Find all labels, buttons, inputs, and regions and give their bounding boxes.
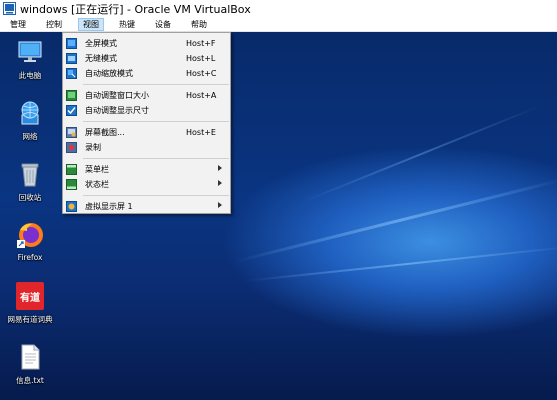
menu-help[interactable]: 帮助 xyxy=(187,18,211,31)
menu-item-label: 录制 xyxy=(85,143,101,152)
text-file-icon xyxy=(21,344,40,370)
menu-item-label: 全屏模式 xyxy=(85,39,117,48)
statusbar-icon xyxy=(66,179,77,190)
menu-item-label: 自动缩放模式 xyxy=(85,69,133,78)
window-title-bar[interactable]: windows [正在运行] - Oracle VM VirtualBox xyxy=(0,0,557,17)
virtual-screen-icon xyxy=(66,201,77,212)
window-title: windows [正在运行] - Oracle VM VirtualBox xyxy=(20,2,251,16)
network-icon xyxy=(21,101,39,125)
submenu-arrow-icon xyxy=(218,202,222,208)
menu-item-label: 屏幕截图... xyxy=(85,128,125,137)
menu-item-label: 自动调整显示尺寸 xyxy=(85,106,149,115)
submenu-arrow-icon xyxy=(218,165,222,171)
menu-item-seamless[interactable]: 无缝模式 Host+L xyxy=(63,51,230,66)
menu-item-shortcut: Host+L xyxy=(186,54,216,63)
menubar-icon xyxy=(66,164,77,175)
desktop-icon-network[interactable]: 网络 xyxy=(2,99,58,142)
desktop-icon-label: 回收站 xyxy=(18,193,42,202)
recycle-bin-icon xyxy=(21,163,39,187)
menu-item-scaled[interactable]: 自动缩放模式 Host+C xyxy=(63,66,230,81)
desktop-icon-label: 信息.txt xyxy=(16,376,44,385)
menu-item-virtual-screen[interactable]: 虚拟显示屏 1 xyxy=(63,199,230,214)
desktop-icon-youdao-dict[interactable]: 有道 网易有道词典 xyxy=(2,282,58,325)
wallpaper-light-beam xyxy=(244,245,557,282)
seamless-mode-icon xyxy=(66,53,77,64)
menu-separator xyxy=(83,195,229,196)
menu-separator xyxy=(83,84,229,85)
menu-input[interactable]: 热键 xyxy=(115,18,139,31)
youdao-logo-text: 有道 xyxy=(20,292,40,304)
menu-file[interactable]: 管理 xyxy=(6,18,30,31)
menu-item-menubar[interactable]: 菜单栏 xyxy=(63,162,230,177)
desktop-icon-label: Firefox xyxy=(17,253,43,262)
menu-item-shortcut: Host+C xyxy=(186,69,217,78)
menu-item-shortcut: Host+E xyxy=(186,128,216,137)
menu-bar: 管理 控制 视图 热键 设备 帮助 xyxy=(0,17,557,32)
desktop-icon-text-file[interactable]: 信息.txt xyxy=(2,343,58,386)
youdao-dict-icon: 有道 xyxy=(16,282,44,310)
desktop-icon-label: 网络 xyxy=(22,132,38,141)
menu-item-statusbar[interactable]: 状态栏 xyxy=(63,177,230,192)
firefox-icon xyxy=(17,223,43,248)
menu-item-fullscreen[interactable]: 全屏模式 Host+F xyxy=(63,36,230,51)
menu-item-label: 虚拟显示屏 1 xyxy=(85,202,133,211)
fullscreen-icon xyxy=(66,38,77,49)
menu-item-shortcut: Host+F xyxy=(186,39,216,48)
menu-separator xyxy=(83,121,229,122)
menu-separator xyxy=(83,158,229,159)
menu-item-screenshot[interactable]: 屏幕截图... Host+E xyxy=(63,125,230,140)
wallpaper-light-beam xyxy=(299,104,542,204)
desktop-icon-firefox[interactable]: Firefox xyxy=(2,221,58,262)
screenshot-icon xyxy=(66,127,77,138)
menu-item-auto-resize[interactable]: 自动调整显示尺寸 xyxy=(63,103,230,118)
submenu-arrow-icon xyxy=(218,180,222,186)
desktop-icon-this-pc[interactable]: 此电脑 xyxy=(2,38,58,81)
desktop-icon-label: 此电脑 xyxy=(18,71,42,80)
virtualbox-app-icon xyxy=(3,2,16,15)
menu-view[interactable]: 视图 xyxy=(78,17,104,31)
view-menu-dropdown: 全屏模式 Host+F 无缝模式 Host+L 自动缩放模式 Host+C 自动… xyxy=(62,32,231,214)
wallpaper-light-beam xyxy=(234,177,557,263)
auto-resize-checked-icon xyxy=(66,105,77,116)
this-pc-icon xyxy=(18,41,42,62)
menu-item-label: 状态栏 xyxy=(85,180,109,189)
recording-icon xyxy=(66,142,77,153)
adjust-window-icon xyxy=(66,90,77,101)
menu-machine[interactable]: 控制 xyxy=(42,18,66,31)
desktop-icon-recycle-bin[interactable]: 回收站 xyxy=(2,160,58,203)
desktop-icon-label: 网易有道词典 xyxy=(7,315,53,324)
menu-item-label: 自动调整窗口大小 xyxy=(85,91,149,100)
menu-item-label: 菜单栏 xyxy=(85,165,109,174)
menu-item-adjust-window[interactable]: 自动调整窗口大小 Host+A xyxy=(63,88,230,103)
scaled-mode-icon xyxy=(66,68,77,79)
menu-item-shortcut: Host+A xyxy=(186,91,217,100)
menu-item-label: 无缝模式 xyxy=(85,54,117,63)
menu-item-recording[interactable]: 录制 xyxy=(63,140,230,155)
menu-devices[interactable]: 设备 xyxy=(151,18,175,31)
